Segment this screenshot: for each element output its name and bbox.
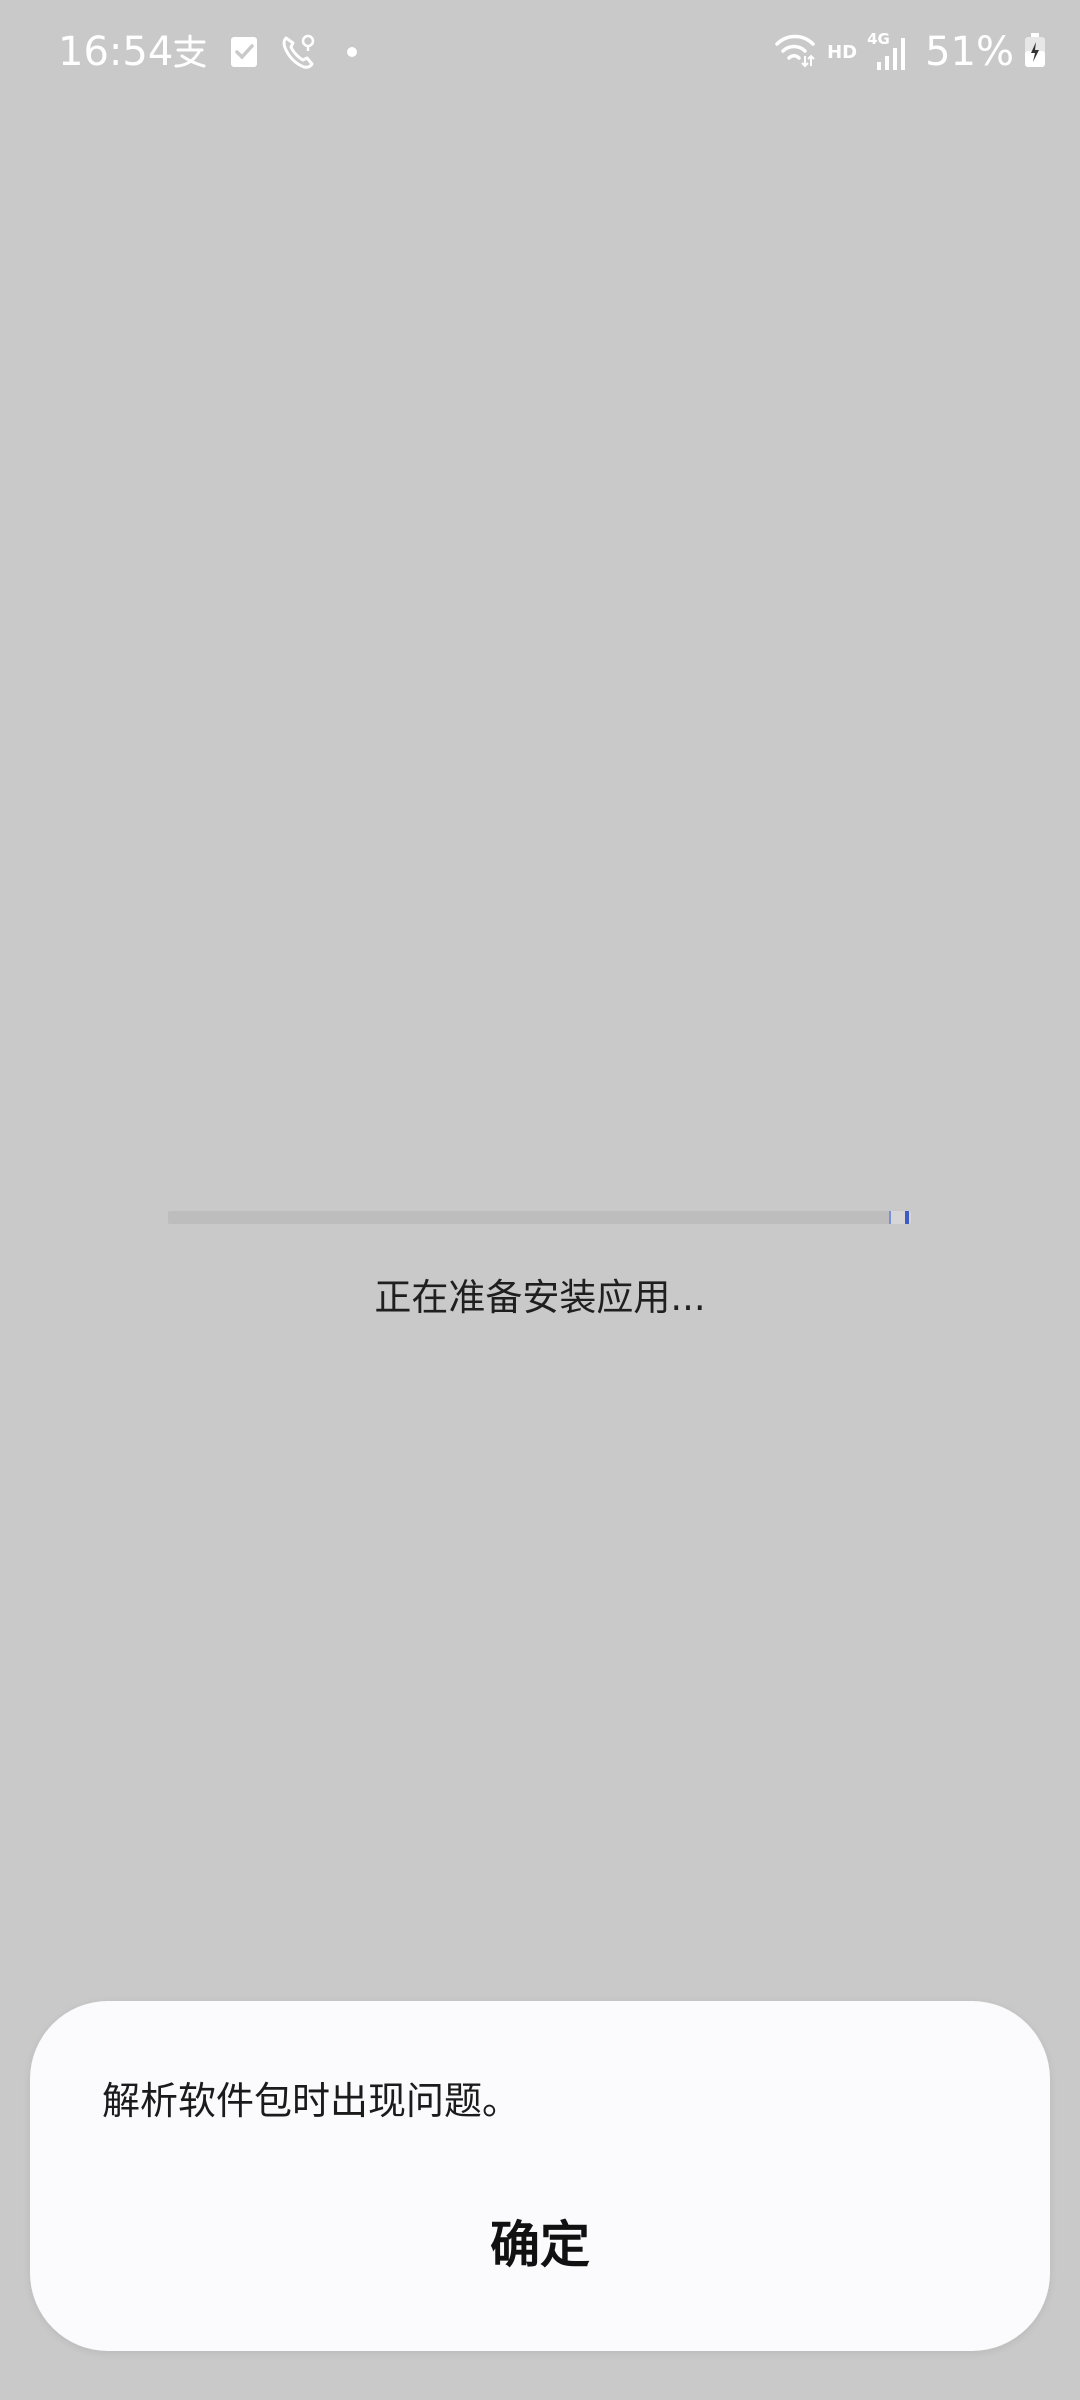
status-time: 16:54 [58, 29, 174, 75]
progress-indicator [905, 1211, 909, 1224]
hd-badge: HD [827, 41, 858, 63]
install-progress-bar [168, 1211, 911, 1224]
notification-icons [170, 30, 372, 74]
confirm-button[interactable]: 确定 [30, 2191, 1050, 2291]
system-icons: HD 4G 51% [773, 28, 1046, 76]
cellular-signal-icon: 4G [867, 30, 911, 74]
progress-indicator-edge [888, 1211, 891, 1224]
battery-percentage: 51% [925, 29, 1014, 75]
install-status-text: 正在准备安装应用... [374, 1276, 706, 1319]
phone-location-icon [278, 32, 318, 72]
alipay-icon [170, 32, 210, 72]
error-dialog: 解析软件包时出现问题。 确定 [30, 2001, 1050, 2351]
task-check-icon [224, 32, 264, 72]
install-progress-fill [888, 1211, 911, 1224]
status-bar: 16:54 HD 4G 51% [0, 0, 1080, 104]
dialog-message: 解析软件包时出现问题。 [102, 2079, 521, 2123]
dot-icon [332, 32, 372, 72]
screen: 16:54 HD 4G 51% 正在准备安装应用... 解析软件包时出现问题。 … [0, 0, 1080, 2400]
wifi-icon [773, 30, 817, 74]
battery-charging-icon [1024, 32, 1046, 72]
